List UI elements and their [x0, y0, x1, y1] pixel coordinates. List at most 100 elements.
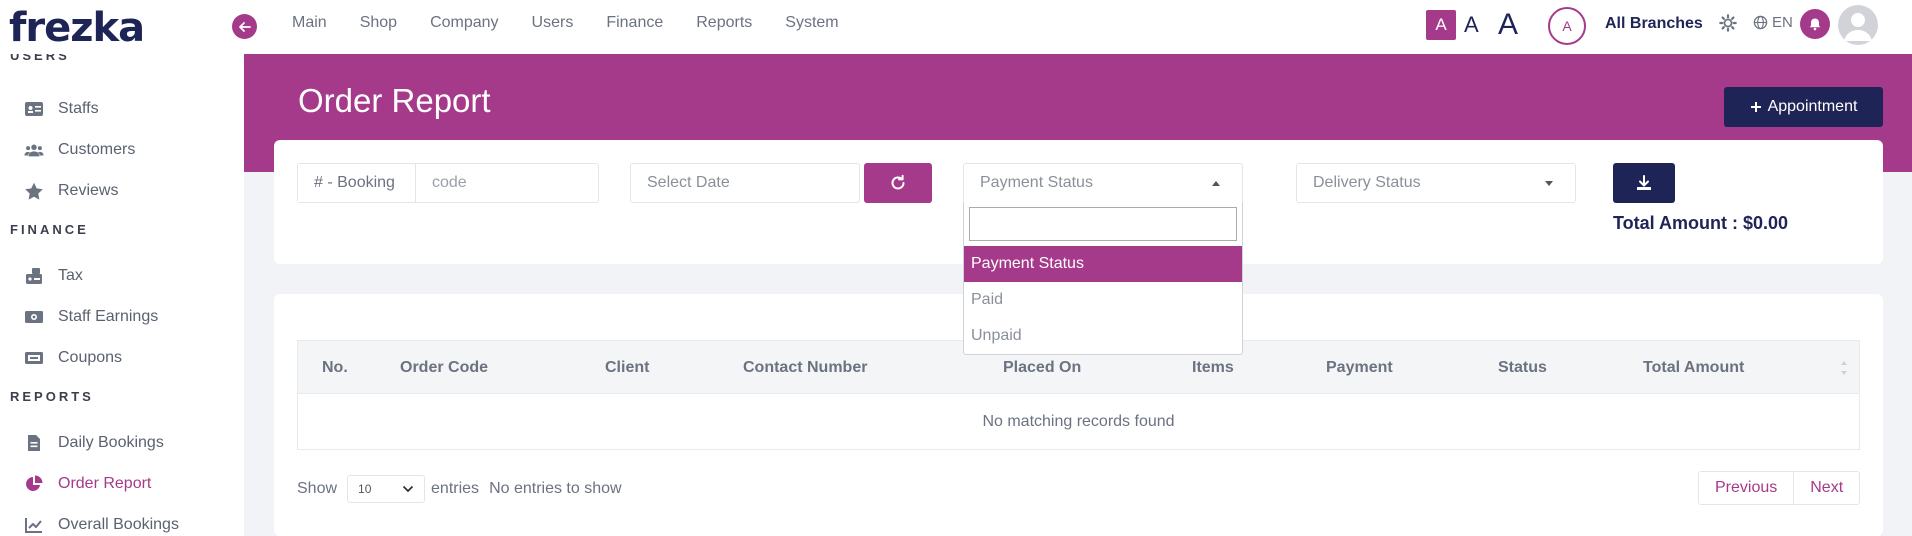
download-icon — [1637, 175, 1651, 190]
page-length-select[interactable]: 10 — [347, 475, 426, 503]
payment-status-dropdown: Payment Status Paid Unpaid — [963, 202, 1243, 355]
font-size-large-button[interactable]: A — [1498, 8, 1518, 41]
pagination: Previous Next — [1698, 471, 1861, 505]
next-page-button[interactable]: Next — [1793, 472, 1859, 504]
table-info: No entries to show — [489, 480, 622, 497]
column-header-contact-number[interactable]: Contact Number — [743, 359, 867, 377]
show-label: Show — [297, 480, 338, 497]
column-header-total-amount[interactable]: Total Amount — [1643, 359, 1744, 377]
dropdown-option-unpaid[interactable]: Unpaid — [964, 318, 1242, 354]
nav-company[interactable]: Company — [430, 14, 498, 32]
payment-status-value: Payment Status — [980, 174, 1093, 191]
nav-shop[interactable]: Shop — [360, 14, 397, 32]
dropdown-option-payment-status[interactable]: Payment Status — [964, 246, 1242, 282]
sidebar-item-customers[interactable]: Customers — [24, 141, 135, 159]
logo[interactable]: frezka — [9, 5, 145, 51]
sort-icon[interactable] — [1841, 361, 1847, 375]
chevron-down-icon — [402, 485, 414, 493]
sidebar-item-label: Staff Earnings — [58, 308, 159, 325]
nav-finance[interactable]: Finance — [606, 14, 663, 32]
sidebar-section-finance: FINANCE — [10, 222, 89, 237]
sidebar-item-tax[interactable]: Tax — [24, 267, 83, 285]
sidebar-item-order-report[interactable]: Order Report — [24, 475, 151, 493]
sidebar-item-label: Reviews — [58, 182, 119, 199]
page-length-control: Show 10 entries No entries to show — [297, 475, 622, 503]
nav-users[interactable]: Users — [532, 14, 574, 32]
sidebar: USERS Staffs Customers Reviews FINANCE T… — [0, 54, 244, 536]
reset-filters-button[interactable] — [864, 163, 932, 203]
dropdown-search-input[interactable] — [969, 207, 1237, 241]
sidebar-item-label: Coupons — [58, 349, 123, 366]
booking-code-input[interactable]: code — [416, 164, 598, 202]
language-label: EN — [1772, 14, 1793, 31]
branch-selector[interactable]: All Branches — [1605, 15, 1703, 33]
line-chart-icon — [25, 518, 42, 533]
theme-settings-button[interactable] — [1719, 14, 1739, 34]
total-amount-label: Total Amount : — [1613, 213, 1738, 233]
file-invoice-icon — [28, 435, 40, 451]
notifications-button[interactable] — [1800, 9, 1830, 39]
total-amount: Total Amount : $0.00 — [1613, 213, 1788, 234]
column-header-order-code[interactable]: Order Code — [400, 359, 488, 377]
font-size-small-button[interactable]: A — [1426, 10, 1456, 40]
nav-reports[interactable]: Reports — [696, 14, 752, 32]
pie-chart-icon — [26, 475, 43, 491]
column-header-no[interactable]: No. — [322, 359, 348, 377]
money-icon — [25, 311, 43, 323]
add-appointment-label: Appointment — [1767, 98, 1858, 115]
star-icon — [25, 182, 43, 200]
add-appointment-button[interactable]: Appointment — [1724, 87, 1883, 127]
column-header-status[interactable]: Status — [1498, 359, 1547, 377]
sidebar-item-label: Overall Bookings — [58, 516, 179, 533]
previous-page-button[interactable]: Previous — [1699, 472, 1793, 504]
export-button[interactable] — [1613, 163, 1675, 203]
top-bar: frezka Main Shop Company Users Finance R… — [0, 0, 1912, 54]
delivery-status-value: Delivery Status — [1313, 174, 1421, 191]
sidebar-item-reviews[interactable]: Reviews — [24, 182, 118, 200]
booking-code-prefix: # - Booking — [298, 164, 416, 202]
bell-icon — [1809, 18, 1821, 31]
sidebar-item-label: Customers — [58, 141, 136, 158]
user-avatar[interactable] — [1838, 5, 1878, 45]
sidebar-section-reports: REPORTS — [10, 389, 94, 404]
language-selector[interactable]: EN — [1753, 14, 1793, 31]
date-range-input[interactable]: Select Date — [630, 163, 860, 203]
sidebar-item-staffs[interactable]: Staffs — [24, 100, 99, 118]
page-length-value: 10 — [358, 482, 372, 496]
column-header-items[interactable]: Items — [1192, 359, 1234, 377]
refresh-icon — [891, 174, 905, 190]
nav-system[interactable]: System — [785, 14, 838, 32]
payment-status-select[interactable]: Payment Status — [963, 163, 1243, 203]
column-header-payment[interactable]: Payment — [1326, 359, 1393, 377]
sidebar-item-label: Daily Bookings — [58, 434, 164, 451]
column-header-placed-on[interactable]: Placed On — [1003, 359, 1081, 377]
page-title: Order Report — [298, 82, 491, 119]
dropdown-option-paid[interactable]: Paid — [964, 282, 1242, 318]
sidebar-section-users: USERS — [10, 54, 70, 63]
id-card-icon — [25, 102, 43, 116]
coupon-icon — [25, 352, 43, 364]
total-amount-value: $0.00 — [1743, 213, 1789, 233]
sidebar-item-staff-earnings[interactable]: Staff Earnings — [24, 308, 158, 326]
nav-main[interactable]: Main — [292, 14, 327, 32]
caret-down-icon — [1545, 181, 1553, 186]
sidebar-toggle-button[interactable] — [232, 14, 257, 39]
users-icon — [24, 144, 44, 157]
sidebar-item-daily-bookings[interactable]: Daily Bookings — [24, 434, 164, 452]
sidebar-item-label: Tax — [58, 267, 83, 284]
tax-icon — [26, 268, 42, 284]
sidebar-item-coupons[interactable]: Coupons — [24, 349, 122, 367]
plus-icon — [1750, 102, 1761, 112]
delivery-status-select[interactable]: Delivery Status — [1296, 163, 1576, 203]
sidebar-item-overall-bookings[interactable]: Overall Bookings — [24, 516, 179, 534]
booking-code-group: # - Booking code — [297, 163, 599, 203]
branch-avatar[interactable]: A — [1548, 7, 1586, 45]
main-nav: Main Shop Company Users Finance Reports … — [292, 14, 872, 32]
user-icon — [1844, 13, 1872, 41]
column-header-client[interactable]: Client — [605, 359, 649, 377]
sidebar-item-label: Staffs — [58, 100, 99, 117]
sidebar-item-label: Order Report — [58, 475, 152, 492]
arrow-left-icon — [238, 21, 251, 32]
empty-table-row: No matching records found — [297, 394, 1860, 450]
font-size-medium-button[interactable]: A — [1464, 10, 1479, 40]
